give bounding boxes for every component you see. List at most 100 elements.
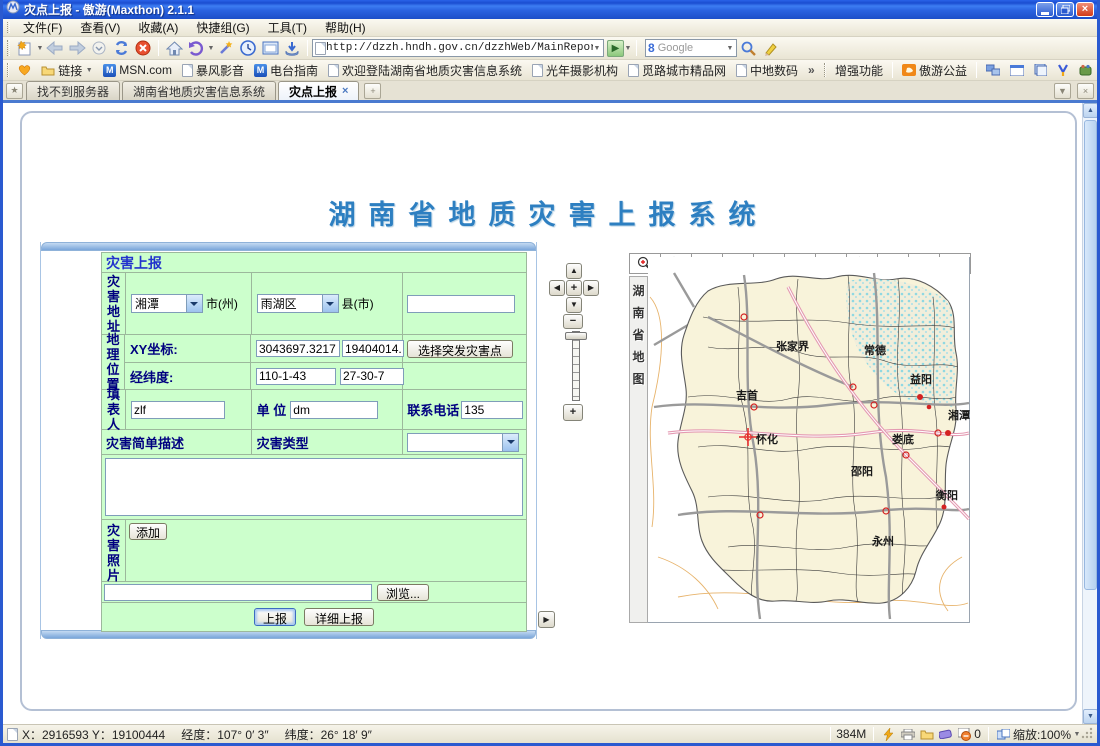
link-photo[interactable]: 光年摄影机构	[527, 62, 623, 79]
clear-data-button[interactable]	[938, 727, 953, 741]
page-scrollbar[interactable]: ▲ ▼	[1082, 103, 1097, 724]
pan-center-button[interactable]: +	[566, 280, 582, 296]
split-view-button[interactable]	[1005, 65, 1029, 76]
address-bar[interactable]: http://dzzh.hndh.gov.cn/dzzhWeb/MainRepo…	[312, 39, 604, 57]
select-arrow-icon[interactable]	[502, 434, 518, 451]
longitude-input[interactable]	[256, 368, 336, 385]
search-dropdown[interactable]: ▼	[726, 45, 734, 52]
go-button[interactable]: ▶	[607, 40, 624, 57]
proxy-button[interactable]	[981, 64, 1005, 76]
new-page-dropdown[interactable]: ▼	[36, 45, 44, 52]
pan-up-button[interactable]: ▲	[566, 263, 582, 279]
select-arrow-icon[interactable]	[322, 295, 338, 312]
scroll-up-button[interactable]: ▲	[1083, 103, 1097, 118]
map-canvas[interactable]: 张家界 常德 益阳 湘潭 吉首 怀化 娄底 邵阳 衡阳 永州	[648, 257, 970, 623]
menu-file[interactable]: 文件(F)	[14, 19, 71, 36]
zoom-slider-thumb[interactable]	[565, 332, 587, 340]
links-grip[interactable]	[7, 63, 9, 77]
layout-button[interactable]	[996, 727, 1011, 741]
links-folder[interactable]: 链接▼	[36, 62, 98, 79]
notes-button[interactable]	[1029, 64, 1052, 76]
search-button[interactable]	[737, 38, 759, 58]
history-button[interactable]	[237, 38, 259, 58]
new-page-button[interactable]	[14, 38, 36, 58]
pan-left-button[interactable]: ◀	[549, 280, 565, 296]
home-button[interactable]	[163, 38, 185, 58]
address-url[interactable]: http://dzzh.hndh.gov.cn/dzzhWeb/MainRepo…	[326, 42, 593, 54]
favorites-tab-button[interactable]: ★	[6, 83, 23, 99]
link-msn[interactable]: MMSN.com	[98, 63, 177, 77]
tab-disaster-report[interactable]: 灾点上报×	[278, 81, 359, 100]
plugin-button[interactable]	[1074, 64, 1097, 76]
phone-input[interactable]	[461, 401, 523, 419]
pan-down-button[interactable]: ▼	[566, 297, 582, 313]
enhance-button[interactable]: 增强功能	[830, 62, 888, 79]
link-baofeng[interactable]: 暴风影音	[177, 62, 249, 79]
link-dzzh[interactable]: 欢迎登陆湖南省地质灾害信息系统	[323, 62, 527, 79]
file-path-input[interactable]	[104, 584, 372, 601]
disaster-type-select[interactable]	[407, 433, 519, 452]
search-box[interactable]: 8 Google ▼	[645, 39, 737, 57]
tab-close-icon[interactable]: ×	[342, 85, 348, 97]
close-button[interactable]: ×	[1076, 2, 1094, 17]
collector-button[interactable]	[13, 64, 36, 76]
scroll-down-button[interactable]: ▼	[1083, 709, 1097, 724]
magic-fill-button[interactable]	[215, 38, 237, 58]
link-zhongdi[interactable]: 中地数码	[731, 62, 803, 79]
x-coordinate-input[interactable]	[256, 340, 340, 357]
go-dropdown[interactable]: ▼	[624, 45, 632, 52]
address-dropdown[interactable]: ▼	[593, 45, 601, 52]
city-select[interactable]: 湘潭	[131, 294, 203, 313]
zoom-dropdown[interactable]: ▼	[1073, 731, 1081, 738]
link-radio[interactable]: M电台指南	[249, 62, 323, 79]
select-arrow-icon[interactable]	[186, 295, 202, 312]
undo-button[interactable]	[185, 38, 207, 58]
stop-button[interactable]	[132, 38, 154, 58]
search-input[interactable]: Google	[658, 42, 726, 54]
boss-key-button[interactable]	[881, 727, 896, 741]
tab-server-not-found[interactable]: 找不到服务器	[26, 81, 120, 100]
feed-button[interactable]	[1052, 64, 1074, 76]
link-milu[interactable]: 觅路城市精品网	[623, 62, 731, 79]
scroll-thumb[interactable]	[1084, 120, 1097, 590]
submit-button[interactable]: 上报	[254, 608, 296, 626]
undo-dropdown[interactable]: ▼	[207, 45, 215, 52]
history-dropdown-button[interactable]	[88, 38, 110, 58]
pan-right-button[interactable]: ▶	[583, 280, 599, 296]
close-tab-button[interactable]: ×	[1077, 83, 1094, 99]
popup-blocker-button[interactable]	[957, 727, 972, 741]
refresh-button[interactable]	[110, 38, 132, 58]
county-select[interactable]: 雨湖区	[257, 294, 339, 313]
description-textarea[interactable]	[105, 458, 523, 516]
menu-groups[interactable]: 快捷组(G)	[187, 19, 258, 36]
tab-dzzh-info-system[interactable]: 湖南省地质灾害信息系统	[122, 81, 276, 100]
y-coordinate-input[interactable]	[342, 340, 404, 357]
zoom-level[interactable]: 缩放:100%	[1013, 726, 1071, 743]
menu-grip[interactable]	[7, 22, 10, 34]
download-button[interactable]	[281, 38, 303, 58]
unit-input[interactable]	[290, 401, 378, 419]
pick-disaster-point-button[interactable]: 选择突发灾害点	[407, 340, 513, 358]
address-detail-input[interactable]	[407, 295, 515, 313]
zoom-slider-track[interactable]	[572, 331, 580, 401]
highlight-button[interactable]	[759, 38, 781, 58]
resize-grip[interactable]	[1081, 727, 1093, 742]
detail-submit-button[interactable]: 详细上报	[304, 608, 374, 626]
zoom-out-step-button[interactable]: −	[563, 314, 583, 329]
menu-view[interactable]: 查看(V)	[71, 19, 129, 36]
links-overflow-button[interactable]: »	[803, 63, 820, 77]
back-button[interactable]	[44, 38, 66, 58]
forward-button[interactable]	[66, 38, 88, 58]
toolbar-grip[interactable]	[7, 40, 10, 55]
reporter-name-input[interactable]	[131, 401, 225, 419]
restore-button[interactable]	[1056, 2, 1074, 17]
collapse-panel-button[interactable]: ▶	[538, 611, 555, 628]
new-tab-button[interactable]: +	[364, 83, 381, 99]
tab-list-button[interactable]: ▼	[1054, 83, 1071, 99]
latitude-input[interactable]	[340, 368, 404, 385]
download-folder-button[interactable]	[919, 727, 934, 741]
minimize-button[interactable]	[1036, 2, 1054, 17]
menu-tools[interactable]: 工具(T)	[259, 19, 316, 36]
browse-button[interactable]: 浏览...	[377, 584, 429, 601]
zoom-in-step-button[interactable]: +	[563, 404, 583, 421]
